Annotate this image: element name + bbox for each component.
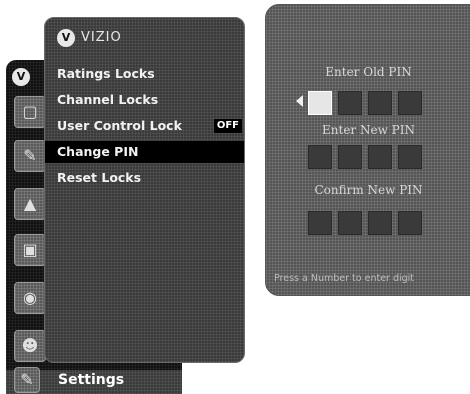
confirm-pin-digit[interactable] [398,211,422,235]
picture-icon[interactable]: ▣ [14,234,46,266]
new-pin-digit[interactable] [308,145,332,169]
menu-item-label: Ratings Locks [57,66,155,81]
settings-menu-item[interactable]: ✎ Settings [6,367,182,394]
confirm-pin-digit[interactable] [308,211,332,235]
menu-item-label: Reset Locks [57,170,142,185]
vizio-logo-icon: V [57,29,75,47]
confirm-pin-digit[interactable] [368,211,392,235]
old-pin-label: Enter Old PIN [325,65,412,79]
menu-item-reset-locks[interactable]: Reset Locks [45,167,244,189]
menu-item-channel-locks[interactable]: Channel Locks [45,89,244,111]
old-pin-digit[interactable] [308,91,332,115]
menu-item-label: Change PIN [57,144,139,159]
confirm-pin-digit[interactable] [338,211,362,235]
pin-hint-text: Press a Number to enter digit [274,273,415,284]
brand-name: VIZIO [81,30,122,45]
new-pin-digit[interactable] [338,145,362,169]
settings-icon: ✎ [14,367,40,393]
old-pin-digit[interactable] [398,91,422,115]
change-pin-panel: Enter Old PIN Enter New PIN Confirm New … [265,4,470,296]
menu-item-label: User Control Lock [57,118,182,133]
people-icon[interactable]: ☻ [14,330,46,362]
status-badge: OFF [213,119,242,133]
antenna-icon[interactable]: ▲ [14,188,46,220]
tv-icon[interactable]: ▢ [14,96,46,128]
old-pin-digit[interactable] [368,91,392,115]
old-pin-digit[interactable] [338,91,362,115]
menu-item-change-pin[interactable]: Change PIN [45,141,244,163]
settings-label: Settings [58,372,125,388]
vizio-logo-icon: V [12,68,30,86]
new-pin-digit[interactable] [398,145,422,169]
confirm-pin-label: Confirm New PIN [314,183,423,197]
audio-icon[interactable]: ◉ [14,282,46,314]
menu-item-ratings-locks[interactable]: Ratings Locks [45,63,244,85]
new-pin-digit[interactable] [368,145,392,169]
menu-item-label: Channel Locks [57,92,159,107]
vizio-logo: V VIZIO [57,29,157,49]
left-arrow-icon [296,95,303,107]
wrench-icon[interactable]: ✎ [14,140,46,172]
new-pin-label: Enter New PIN [322,123,415,137]
menu-item-user-control-lock[interactable]: User Control Lock OFF [45,115,244,137]
locks-submenu: V VIZIO Ratings Locks Channel Locks User… [44,17,245,363]
